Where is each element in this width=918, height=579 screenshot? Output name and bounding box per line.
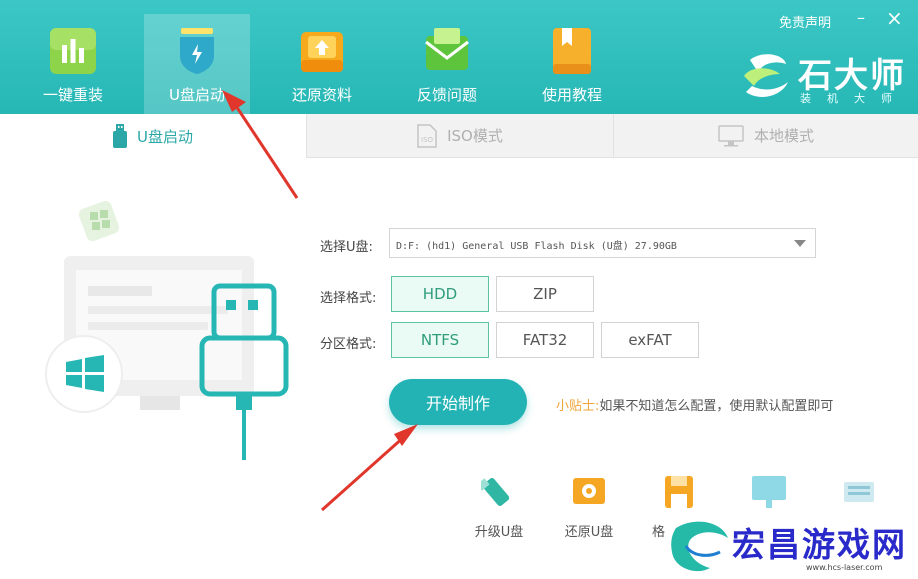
tool-label: 还原U盘 <box>564 525 614 540</box>
iso-file-icon: ISO <box>417 123 437 148</box>
format-option-hdd[interactable]: HDD <box>391 276 489 312</box>
book-icon <box>553 28 591 74</box>
tab-label: 本地模式 <box>753 127 814 145</box>
usb-select-label: 选择U盘: <box>320 240 373 255</box>
tab-usb-boot[interactable]: U盘启动 <box>0 114 306 158</box>
nav-item-usb-boot[interactable]: U盘启动 <box>144 14 250 114</box>
nav-item-restore-data[interactable]: 还原资料 <box>269 14 375 114</box>
partition-option-fat32[interactable]: FAT32 <box>496 322 594 358</box>
usb-boot-illustration <box>45 200 289 460</box>
usb-restore-icon <box>573 478 605 504</box>
usb-device-select[interactable]: D:F: (hd1) General USB Flash Disk (U盘) 2… <box>389 228 816 258</box>
nav-item-one-key-reinstall[interactable]: 一键重装 <box>20 14 126 114</box>
bar-chart-icon <box>50 28 96 74</box>
monitor-icon <box>718 124 744 146</box>
partition-option-exfat[interactable]: exFAT <box>601 322 699 358</box>
usb-upgrade-icon <box>481 478 510 506</box>
nav-label: 使用教程 <box>541 86 602 104</box>
shidashi-logo-icon <box>744 54 788 97</box>
usb-shield-icon <box>180 28 214 74</box>
watermark-url: www.hcs-laser.com <box>806 563 883 572</box>
svg-text:ISO: ISO <box>421 136 434 144</box>
disclaimer-link[interactable]: 免责声明 <box>779 12 831 31</box>
nav-item-tutorial[interactable]: 使用教程 <box>519 14 625 114</box>
format-option-zip[interactable]: ZIP <box>496 276 594 312</box>
top-header: 一键重装 U盘启动 还原资料 反馈问题 使用教程 免责声明 – × 石大师 装机… <box>0 0 918 114</box>
chevron-down-icon <box>794 240 806 247</box>
close-button[interactable]: × <box>886 6 903 30</box>
tab-local-mode[interactable]: 本地模式 <box>613 114 918 158</box>
tip-key: 小贴士: <box>556 399 600 414</box>
nav-label: U盘启动 <box>169 86 225 104</box>
start-making-button[interactable]: 开始制作 <box>389 379 527 425</box>
tab-label: U盘启动 <box>137 127 193 146</box>
tip-text: 小贴士:如果不知道怎么配置，使用默认配置即可 <box>556 395 833 414</box>
nav-label: 反馈问题 <box>416 86 477 104</box>
windows-tile-icon <box>78 200 120 242</box>
partition-label: 分区格式: <box>320 337 377 352</box>
partition-option-ntfs[interactable]: NTFS <box>391 322 489 358</box>
usb-device-value: D:F: (hd1) General USB Flash Disk (U盘) 2… <box>396 241 677 252</box>
watermark-text: 宏昌游戏网 <box>732 525 907 564</box>
upload-box-icon <box>301 32 343 72</box>
format-label: 选择格式: <box>320 291 377 306</box>
nav-label: 一键重装 <box>42 86 103 104</box>
brand-logo: 石大师 装机大师 <box>740 48 910 105</box>
usb-drive-icon <box>113 124 127 148</box>
tab-label: ISO模式 <box>447 127 503 145</box>
upgrade-usb-tool[interactable]: 升级U盘 <box>464 474 534 544</box>
floppy-disk-icon <box>665 476 693 508</box>
brand-subtitle: 装机大师 <box>800 92 908 105</box>
red-arrow-to-start-button <box>321 424 418 512</box>
minimize-button[interactable]: – <box>857 8 865 27</box>
tip-body: 如果不知道怎么配置，使用默认配置即可 <box>599 399 834 414</box>
tab-iso-mode[interactable]: ISO ISO模式 <box>306 114 613 158</box>
tool-label: 升级U盘 <box>474 525 524 540</box>
windows-logo-icon <box>45 335 123 413</box>
nav-item-feedback[interactable]: 反馈问题 <box>394 14 500 114</box>
more-tools-icons <box>752 476 874 508</box>
restore-usb-tool[interactable]: 还原U盘 <box>554 474 624 544</box>
nav-label: 还原资料 <box>291 86 352 104</box>
mail-envelope-icon <box>425 28 469 70</box>
site-watermark: 宏昌游戏网 www.hcs-laser.com <box>668 516 918 579</box>
mode-tab-bar: U盘启动 ISO ISO模式 本地模式 <box>0 114 918 158</box>
dragon-logo-icon <box>671 521 728 572</box>
